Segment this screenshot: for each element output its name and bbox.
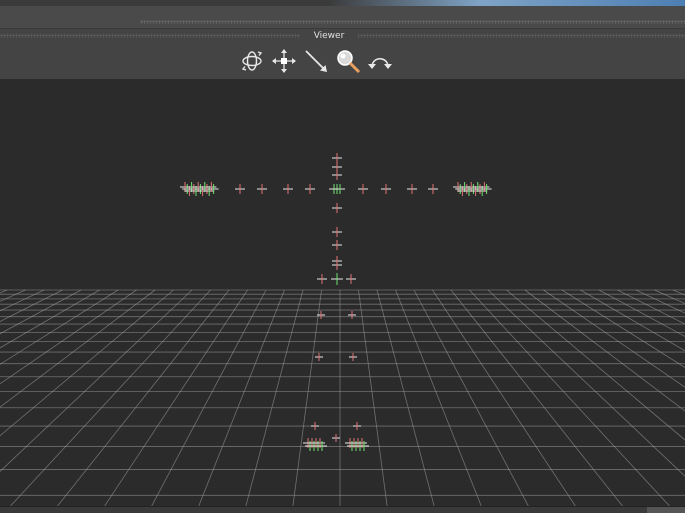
undo-view-button[interactable] xyxy=(366,47,394,75)
grid-line xyxy=(0,289,137,385)
grid-line xyxy=(543,289,685,388)
track-marker xyxy=(332,203,342,213)
track-marker xyxy=(332,170,342,180)
track-marker xyxy=(332,153,342,163)
grid-line xyxy=(291,289,322,513)
status-bar xyxy=(0,506,685,513)
ground-grid xyxy=(0,289,685,513)
grid-line xyxy=(243,289,304,513)
grid-line xyxy=(654,289,685,305)
track-marker xyxy=(353,422,361,430)
track-marker xyxy=(332,227,342,237)
track-marker xyxy=(407,184,417,194)
grid-line xyxy=(487,289,685,477)
track-marker xyxy=(283,184,293,194)
grid-line xyxy=(0,289,119,365)
track-marker xyxy=(317,274,327,284)
grid-line xyxy=(358,289,389,513)
zoom-icon xyxy=(337,50,361,74)
track-marker xyxy=(331,273,343,285)
track-marker xyxy=(235,184,245,194)
track-marker xyxy=(346,274,356,284)
track-marker xyxy=(311,422,319,430)
track-marker xyxy=(349,353,357,361)
grid-line xyxy=(432,289,581,513)
track-marker xyxy=(257,184,267,194)
grid-line xyxy=(99,289,248,513)
undo-view-icon xyxy=(368,57,392,69)
top-panel-bar xyxy=(0,6,685,28)
tracking-markers xyxy=(180,153,492,451)
orbit-icon xyxy=(241,51,263,71)
grid-line xyxy=(413,289,533,513)
viewport-scene xyxy=(0,153,685,513)
grid-line xyxy=(395,289,485,513)
grid-line xyxy=(617,289,685,325)
grid-line xyxy=(580,289,685,352)
3d-viewport[interactable] xyxy=(0,79,685,513)
pan-icon xyxy=(272,49,296,73)
grid-line xyxy=(0,289,193,472)
track-marker xyxy=(358,184,368,194)
grid-line xyxy=(0,289,156,408)
track-marker xyxy=(332,240,342,250)
dolly-button[interactable] xyxy=(302,47,330,75)
grid-line xyxy=(469,289,677,513)
grid-line xyxy=(0,289,45,312)
pan-button[interactable] xyxy=(270,47,298,75)
track-marker xyxy=(208,184,219,194)
dolly-icon xyxy=(305,50,327,72)
grid-line xyxy=(506,289,685,441)
viewer-title: Viewer xyxy=(300,31,358,41)
track-marker xyxy=(305,184,315,194)
grid-line xyxy=(3,289,211,513)
track-marker xyxy=(481,184,492,194)
track-marker xyxy=(381,184,391,194)
grid-line xyxy=(0,289,174,437)
orbit-button[interactable] xyxy=(238,47,266,75)
viewer-toolbar xyxy=(238,47,394,75)
grid-line xyxy=(0,289,8,294)
viewer-window: Viewer xyxy=(0,0,685,513)
grid-line xyxy=(147,289,267,513)
grid-line xyxy=(51,289,230,513)
zoom-button[interactable] xyxy=(334,47,362,75)
grid-line xyxy=(561,289,685,368)
resize-handle[interactable] xyxy=(647,507,685,513)
track-marker xyxy=(348,311,356,319)
grid-line xyxy=(195,289,285,513)
track-marker xyxy=(428,184,438,194)
viewer-panel-header: Viewer xyxy=(0,28,685,80)
track-marker xyxy=(332,434,340,442)
grid-line xyxy=(450,289,629,513)
grid-line xyxy=(0,289,63,322)
grid-line xyxy=(0,289,26,302)
panel-drag-handle[interactable] xyxy=(140,20,685,24)
grid-line xyxy=(0,289,100,349)
grid-line xyxy=(376,289,437,513)
track-marker xyxy=(315,353,323,361)
